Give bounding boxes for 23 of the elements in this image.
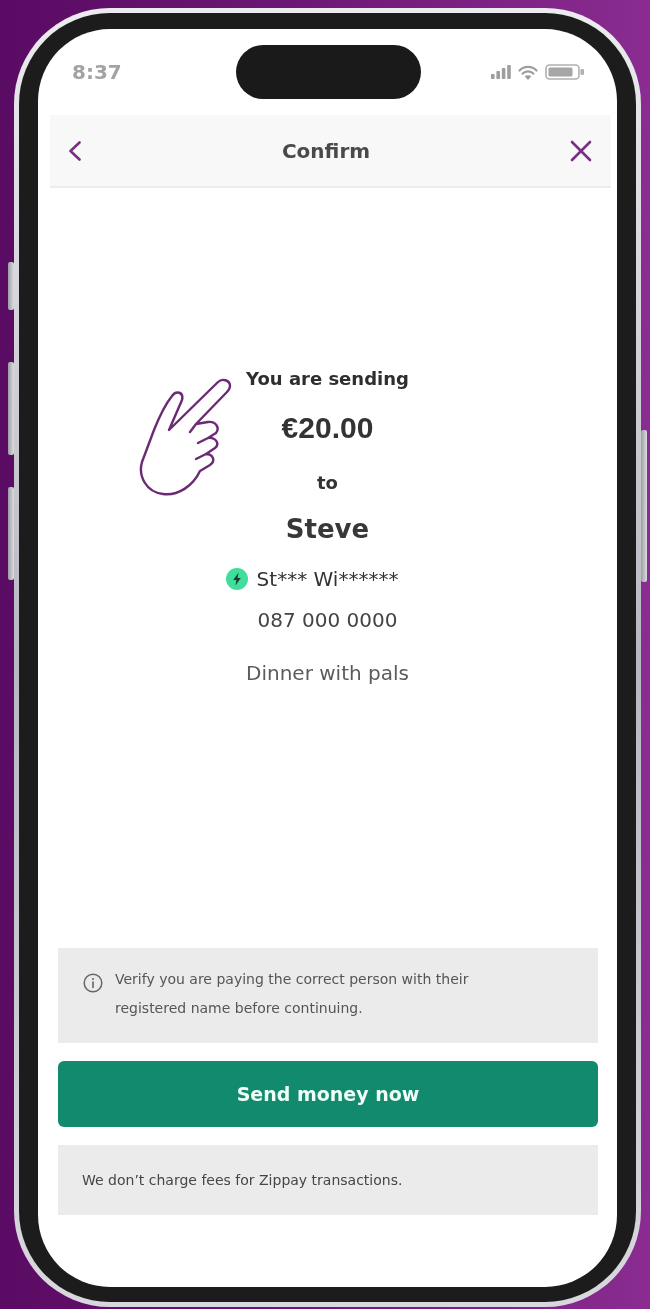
intro-text: You are sending — [246, 367, 409, 391]
screen-title: Confirm — [281, 138, 371, 163]
status-time: 8:37 — [72, 60, 122, 84]
back-button[interactable] — [68, 140, 82, 161]
close-icon — [570, 139, 592, 162]
amount-text: €20.00 — [281, 410, 374, 446]
fee-text: We don’t charge fees for Zippay transactions. — [82, 1172, 403, 1188]
payment-note: Dinner with pals — [246, 660, 409, 687]
masked-name: St*** Wi****** — [256, 566, 399, 593]
phone-number: 087 000 0000 — [257, 607, 398, 634]
info-icon — [83, 973, 103, 993]
lightning-badge-icon — [225, 568, 248, 590]
recipient-name: Steve — [285, 513, 370, 546]
pointing-hand-icon — [137, 376, 234, 498]
chevron-left-icon — [68, 140, 82, 161]
send-money-button[interactable]: Send money now — [58, 1061, 598, 1127]
phone-side-key — [8, 262, 14, 310]
battery-icon — [545, 64, 585, 80]
notice-text: Verify you are paying the correct person with their registered name before continuing. — [115, 970, 470, 1018]
signal-icon — [491, 65, 511, 79]
wifi-icon — [518, 64, 538, 80]
connector-text: to — [317, 471, 338, 495]
close-button[interactable] — [570, 139, 592, 162]
